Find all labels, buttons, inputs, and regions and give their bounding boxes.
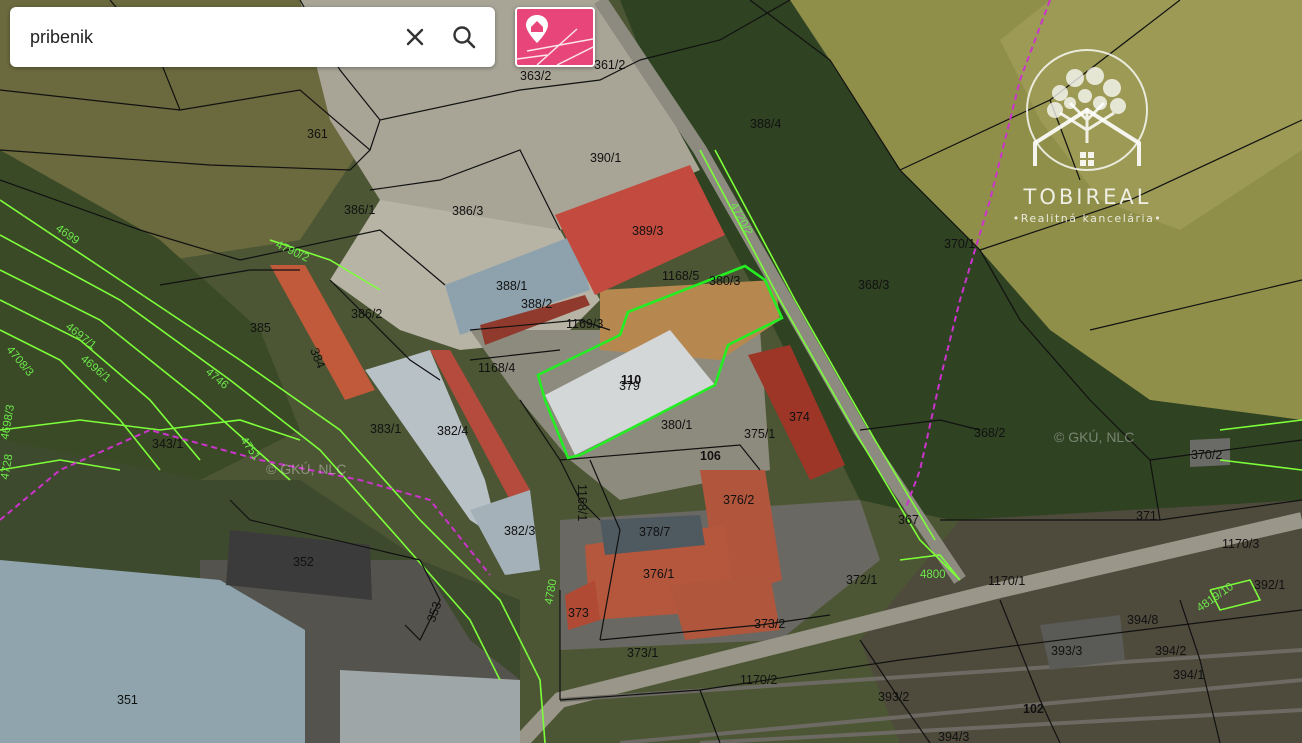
cadastre-layer-button[interactable] [515, 7, 595, 67]
parcel-label: 380/1 [661, 418, 692, 432]
parcel-label: 372/1 [846, 573, 877, 587]
parcel-label: 343/1 [152, 437, 183, 451]
parcel-label: 1168/5 [662, 269, 699, 283]
parcel-label: 1169/3 [566, 317, 603, 331]
parcel-label: 363/2 [520, 69, 551, 83]
parcel-label: 376/2 [723, 493, 754, 507]
building-number-label: 106 [700, 449, 721, 463]
parcel-label: 393/3 [1051, 644, 1082, 658]
parcel-label: 368/2 [974, 426, 1005, 440]
parcel-label: 368/3 [858, 278, 889, 292]
parcel-label: 392/1 [1254, 578, 1285, 592]
parcel-label: 394/2 [1155, 644, 1186, 658]
parcel-label: 1170/3 [1222, 537, 1259, 551]
road-number-label: 102 [1023, 702, 1044, 716]
parcel-label: 1168/1 [575, 484, 589, 521]
parcel-label: 394/1 [1173, 668, 1204, 682]
cadastre-map-pin-icon [517, 9, 593, 65]
parcel-label: 390/1 [590, 151, 621, 165]
parcel-label: 389/3 [632, 224, 663, 238]
clear-search-button[interactable] [397, 19, 433, 55]
parcel-label: 373/1 [627, 646, 658, 660]
parcel-label: 375/1 [744, 427, 775, 441]
parcel-label: 383/1 [370, 422, 401, 436]
parcel-label: 370/2 [1191, 448, 1222, 462]
brand-name: TOBIREAL [1023, 185, 1152, 209]
parcel-label: 393/2 [878, 690, 909, 704]
parcel-label: 376/1 [643, 567, 674, 581]
parcel-label: 361 [307, 127, 328, 141]
parcel-label: 386/3 [452, 204, 483, 218]
parcel-label: 380/3 [709, 274, 740, 288]
parcel-label: 352 [293, 555, 314, 569]
parcel-label: 382/3 [504, 524, 535, 538]
parcel-label: 382/4 [437, 424, 468, 438]
parcel-label: 1170/2 [740, 673, 777, 687]
building-parking-hall[interactable] [340, 670, 520, 743]
parcel-label: 385 [250, 321, 271, 335]
parcel-label: 388/1 [496, 279, 527, 293]
parcel-label: 351 [117, 693, 138, 707]
parcel-label: 388/2 [521, 297, 552, 311]
tobireal-logo: TOBIREAL •Realitná kancelária• [1000, 48, 1175, 233]
brand-tagline: •Realitná kancelária• [1012, 212, 1163, 225]
parcel-label: 378/7 [639, 525, 670, 539]
parcel-label: 1168/4 [478, 361, 515, 375]
building-number-label: 110 [621, 373, 641, 387]
parcel-label: 1170/1 [988, 574, 1025, 588]
search-button[interactable] [446, 19, 482, 55]
parcel-label: 367 [898, 513, 919, 527]
search-input[interactable] [30, 7, 390, 67]
parcel-label: 388/4 [750, 117, 781, 131]
search-bar [10, 7, 495, 67]
parcel-label: 370/1 [944, 237, 975, 251]
parcel-label: 394/3 [938, 730, 969, 743]
registry-label: 4800 [920, 569, 946, 581]
parcel-label: 386/2 [351, 307, 382, 321]
search-icon [453, 26, 476, 49]
parcel-label: 373 [568, 606, 589, 620]
tree-house-icon [1026, 49, 1148, 171]
parcel-label: 361/2 [594, 58, 625, 72]
map-watermark: © GKÚ, NLC [266, 461, 346, 477]
parcel-label: 394/8 [1127, 613, 1158, 627]
parcel-label: 371 [1136, 509, 1157, 523]
close-icon [406, 28, 424, 46]
parcel-label: 373/2 [754, 617, 785, 631]
parcel-label: 386/1 [344, 203, 375, 217]
parcel-label: 374 [789, 410, 810, 424]
map-watermark: © GKÚ, NLC [1054, 429, 1134, 445]
